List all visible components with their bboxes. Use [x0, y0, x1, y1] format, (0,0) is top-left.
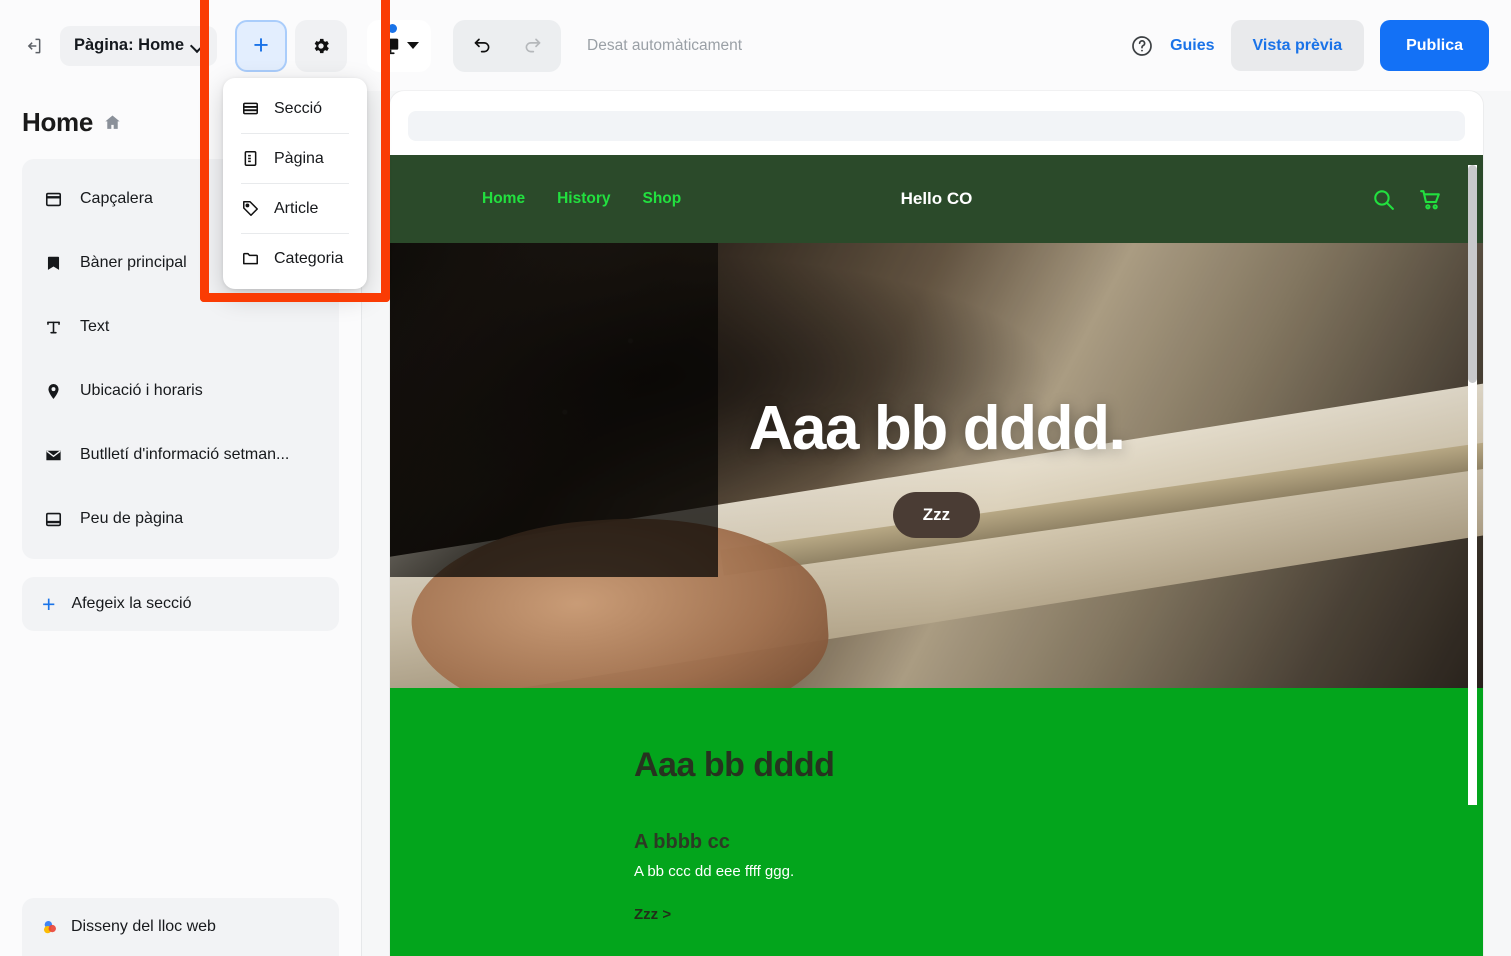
top-toolbar-right: Guies Vista prèvia Publica: [1130, 20, 1511, 71]
bookmark-icon: [42, 254, 64, 273]
add-section-button[interactable]: + Afegeix la secció: [22, 577, 339, 631]
sidebar-item-butlleti[interactable]: Butlletí d'informació setman...: [22, 423, 339, 487]
menu-item-pagina[interactable]: Pàgina: [223, 134, 367, 183]
top-toolbar: Pàgina: Home + Desat automàticament Guie…: [0, 0, 1511, 91]
palette-icon: [42, 919, 59, 936]
preview-area: Home History Shop Hello CO Aaa bb dddd. …: [362, 91, 1511, 956]
sidebar-item-label: Ubicació i horaris: [80, 382, 203, 399]
notification-dot: [388, 23, 398, 33]
add-controls-group: +: [231, 18, 351, 74]
hero-content: Aaa bb dddd. Zzz: [390, 243, 1483, 688]
menu-item-label: Article: [274, 199, 319, 217]
add-button[interactable]: +: [235, 19, 288, 72]
preview-scrollbar[interactable]: [1468, 165, 1477, 805]
green-section-link[interactable]: Zzz >: [634, 906, 1483, 923]
section-icon: [241, 99, 260, 118]
site-hero: Aaa bb dddd. Zzz: [390, 243, 1483, 688]
text-t-icon: [42, 318, 64, 337]
guides-link[interactable]: Guies: [1170, 37, 1214, 55]
undo-redo-group: [453, 19, 562, 72]
envelope-icon: [42, 446, 64, 465]
publish-button[interactable]: Publica: [1380, 20, 1489, 71]
sidebar-item-peu-de-pagina[interactable]: Peu de pàgina: [22, 487, 339, 551]
question-circle-icon[interactable]: [1130, 34, 1154, 58]
preview-button[interactable]: Vista prèvia: [1230, 20, 1365, 71]
add-content-menu: Secció Pàgina Article Categoria: [223, 78, 367, 289]
green-section-heading: Aaa bb dddd: [634, 746, 835, 784]
menu-item-label: Secció: [274, 99, 323, 117]
site-design-button[interactable]: Disseny del lloc web: [22, 898, 339, 956]
green-section-subheading: A bbbb cc: [634, 831, 730, 853]
gear-icon: [311, 36, 331, 56]
chevron-down-icon: [191, 40, 203, 52]
map-pin-icon: [42, 382, 64, 401]
cart-icon[interactable]: [1418, 187, 1443, 212]
redo-button[interactable]: [511, 26, 553, 66]
site-nav-link-home[interactable]: Home: [482, 190, 525, 208]
add-section-label: Afegeix la secció: [71, 595, 192, 612]
autosave-status: Desat automàticament: [587, 36, 743, 54]
preview-card: Home History Shop Hello CO Aaa bb dddd. …: [390, 91, 1483, 956]
panel-collapse-icon[interactable]: [16, 29, 50, 63]
hero-cta-button[interactable]: Zzz: [892, 492, 981, 538]
menu-item-categoria[interactable]: Categoria: [223, 234, 367, 283]
sidebar-item-text[interactable]: Text: [22, 295, 339, 359]
sidebar-item-ubicacio-i-horaris[interactable]: Ubicació i horaris: [22, 359, 339, 423]
desktop-icon: [379, 35, 401, 57]
green-section-paragraph: A bb ccc dd eee ffff ggg.: [634, 863, 795, 880]
plus-icon: +: [253, 30, 269, 60]
tag-icon: [241, 199, 260, 218]
sidebar-item-label: Bàner principal: [80, 254, 187, 271]
menu-item-article[interactable]: Article: [223, 184, 367, 233]
footer-block-icon: [42, 510, 64, 529]
settings-button[interactable]: [295, 19, 348, 72]
site-design-label: Disseny del lloc web: [71, 918, 216, 935]
green-section-content: Aaa bb dddd A bbbb cc A bb ccc dd eee ff…: [390, 746, 1483, 956]
site-nav-link-shop[interactable]: Shop: [642, 190, 681, 208]
search-icon[interactable]: [1371, 187, 1396, 212]
preview-url-bar[interactable]: [408, 111, 1465, 141]
home-icon: [103, 113, 122, 132]
page-icon: [241, 149, 260, 168]
page-title: Home: [22, 106, 94, 137]
site-nav-icons: [1371, 187, 1443, 212]
page-selector[interactable]: Pàgina: Home: [60, 25, 218, 66]
page-selector-label: Pàgina: Home: [74, 36, 185, 54]
site-nav-link-history[interactable]: History: [557, 190, 610, 208]
site-nav: Home History Shop Hello CO: [390, 155, 1483, 243]
sidebar-item-label: Capçalera: [80, 190, 153, 207]
sidebar-item-label: Butlletí d'informació setman...: [80, 446, 290, 463]
site-editor-app: Pàgina: Home + Desat automàticament Guie…: [0, 0, 1511, 956]
undo-button[interactable]: [461, 26, 503, 66]
menu-item-label: Categoria: [274, 249, 344, 267]
folder-icon: [241, 249, 260, 268]
header-block-icon: [42, 190, 64, 209]
sidebar-item-label: Text: [80, 318, 110, 335]
site-brand-label: Hello CO: [900, 189, 973, 208]
site-nav-links: Home History Shop: [482, 190, 681, 208]
site-green-section: Aaa bb dddd A bbbb cc A bb ccc dd eee ff…: [390, 688, 1483, 956]
site-frame: Home History Shop Hello CO Aaa bb dddd. …: [390, 155, 1483, 956]
sidebar-item-label: Peu de pàgina: [80, 510, 184, 527]
hero-heading: Aaa bb dddd.: [748, 394, 1126, 463]
preview-scrollbar-thumb[interactable]: [1468, 165, 1477, 383]
menu-item-label: Pàgina: [274, 149, 324, 167]
device-selector[interactable]: [367, 19, 432, 72]
plus-icon: +: [42, 590, 56, 617]
caret-down-icon: [407, 42, 420, 49]
menu-item-seccio[interactable]: Secció: [223, 84, 367, 133]
